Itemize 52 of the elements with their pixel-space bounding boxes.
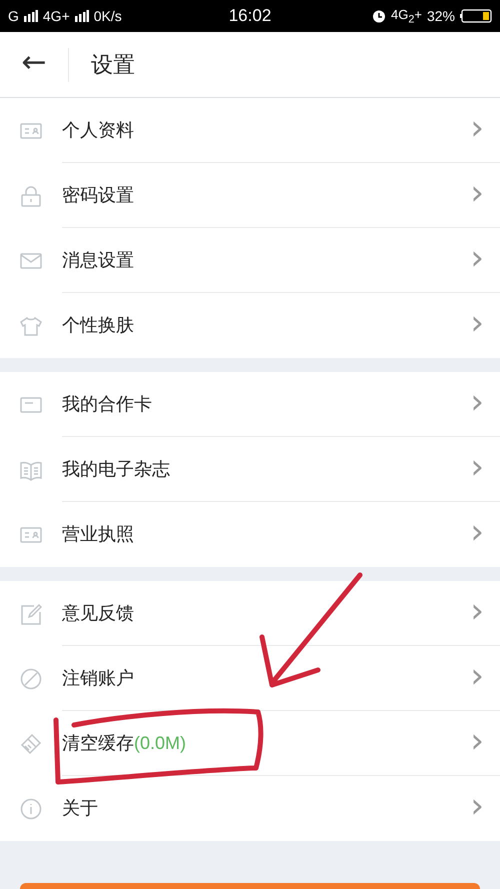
settings-item[interactable]: 注销账户 › [0,646,500,711]
item-label: 意见反馈 [62,602,134,625]
edit-icon [20,602,42,624]
chevron-icon: › [470,384,484,424]
settings-item[interactable]: 个性换肤 › [0,293,500,358]
signal-icon [24,10,38,22]
item-label: 我的电子杂志 [62,458,170,481]
chevron-icon: › [470,306,484,344]
speed-label: 0K/s [94,8,122,24]
settings-item[interactable]: 密码设置 › [0,163,500,228]
battery-label: 32% [426,8,455,24]
network-label: 4G+ [42,8,70,24]
alarm-icon [372,9,386,23]
back-button[interactable]: ← [0,45,68,84]
item-label: 清空缓存 [62,732,134,755]
ban-icon [20,668,42,690]
chevron-icon: › [470,724,484,762]
chevron-icon: › [470,110,484,150]
item-label: 我的合作卡 [62,393,152,416]
item-label: 个性换肤 [62,314,134,337]
item-label: 消息设置 [62,249,134,272]
network-label: 4G$_{2}$+ [391,6,422,26]
chevron-icon: › [470,788,484,828]
item-label: 注销账户 [62,667,134,690]
item-label: 关于 [62,797,98,820]
chevron-icon: › [470,450,484,488]
settings-item[interactable]: 个人资料 › [0,98,500,163]
shirt-icon [20,314,42,336]
battery-icon [460,9,492,23]
chevron-icon: › [470,240,484,280]
info-icon [20,798,42,820]
settings-item[interactable]: 意见反馈 › [0,581,500,646]
carrier-label: G [8,8,19,24]
settings-item[interactable]: 我的合作卡 › [0,372,500,437]
settings-item[interactable]: 关于 › [0,776,500,841]
brush-icon [20,732,42,754]
chevron-icon: › [470,514,484,554]
signal-icon [74,10,89,22]
settings-item[interactable]: 消息设置 › [0,228,500,293]
item-label: 营业执照 [62,523,134,546]
lock-icon [20,184,42,206]
page-title: 设置 [91,52,135,80]
settings-item[interactable]: 我的电子杂志 › [0,437,500,502]
item-label: 密码设置 [62,184,134,207]
settings-item[interactable]: 营业执照 › [0,502,500,567]
chevron-icon: › [470,176,484,214]
chevron-icon: › [470,658,484,698]
chevron-icon: › [470,594,484,632]
item-label: 个人资料 [62,119,134,142]
settings-item[interactable]: 清空缓存(0.0M) › [0,711,500,776]
cache-size-label: (0.0M) [134,732,186,754]
clock: 16:02 [228,6,272,26]
